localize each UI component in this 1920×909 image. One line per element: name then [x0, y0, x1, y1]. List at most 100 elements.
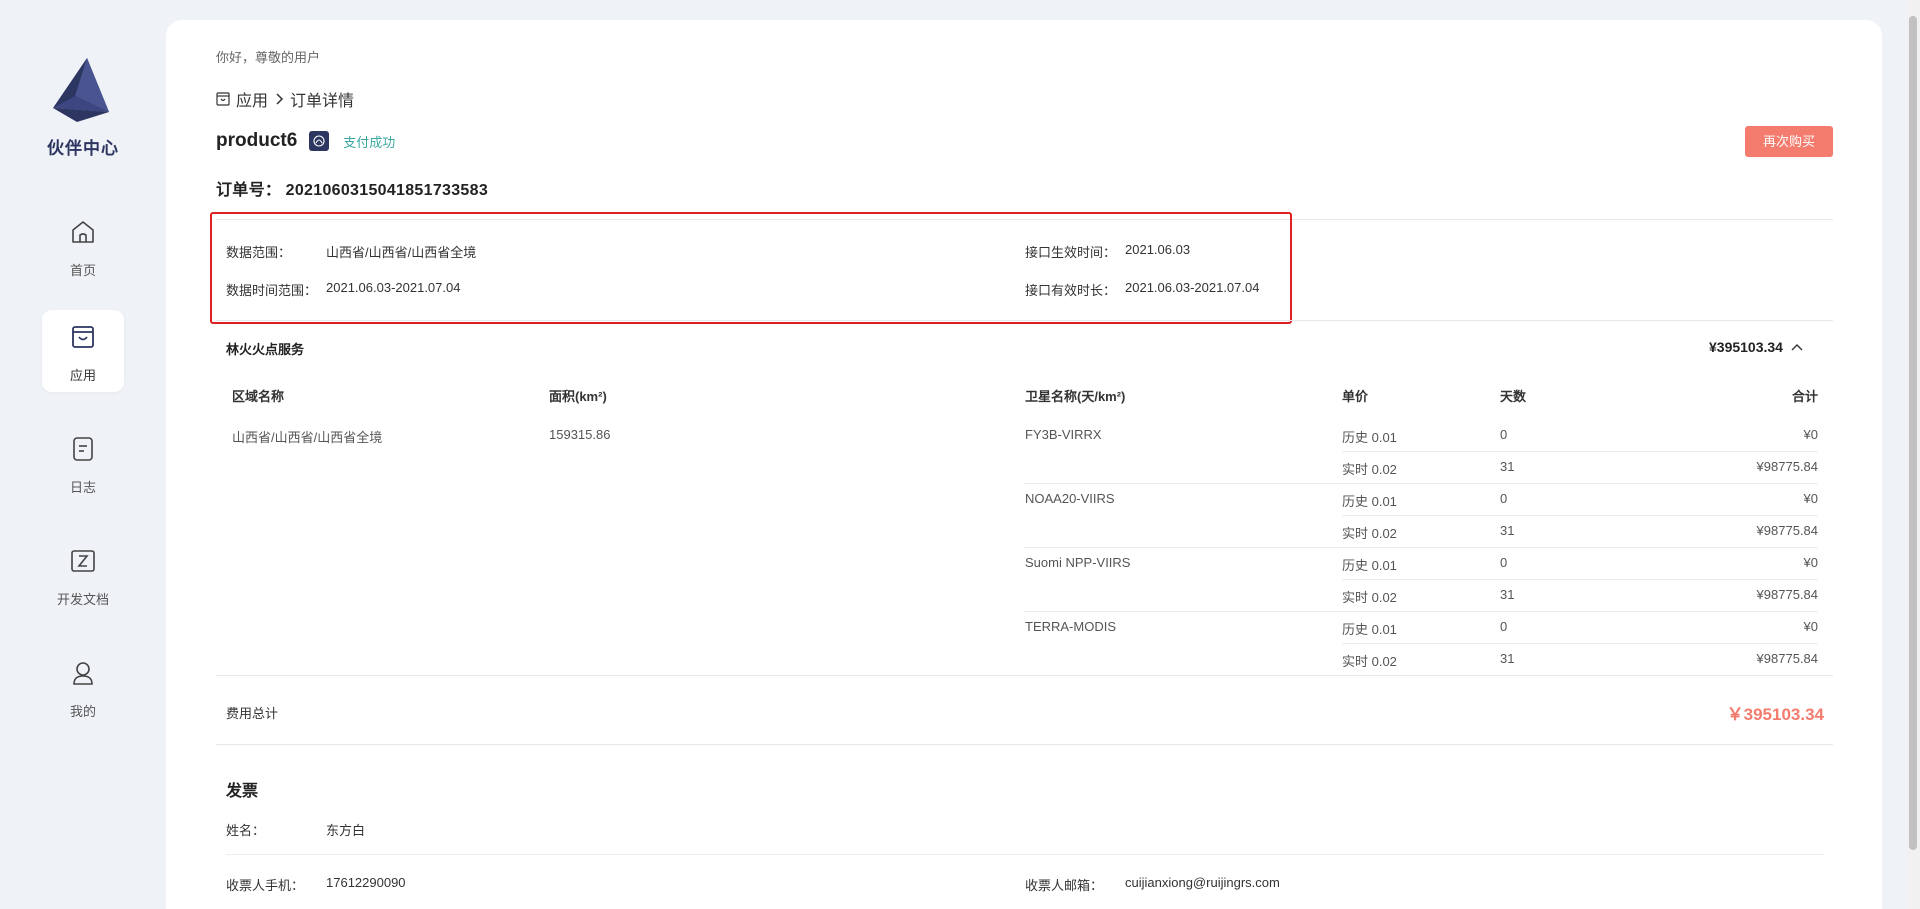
price-cell: 历史 0.01 — [1342, 622, 1397, 637]
satellite-name: FY3B-VIRRX — [1025, 427, 1102, 442]
row-divider — [1342, 579, 1818, 580]
highlight-box — [210, 212, 1292, 324]
invoice-name-label: 姓名： — [226, 823, 266, 838]
satellite-name: Suomi NPP-VIIRS — [1025, 555, 1131, 570]
api-duration-value: 2021.06.03-2021.07.04 — [1125, 280, 1260, 295]
invoice-email-value: cuijianxiong@ruijingrs.com — [1125, 875, 1280, 890]
sum-cell: ¥98775.84 — [1756, 523, 1818, 538]
chevron-up-icon[interactable] — [1791, 343, 1803, 351]
divider — [216, 744, 1833, 745]
satellite-name: TERRA-MODIS — [1025, 619, 1116, 634]
sum-cell: ¥0 — [1803, 555, 1818, 570]
divider — [216, 675, 1833, 676]
service-total-value: ¥395103.34 — [1709, 339, 1783, 355]
breadcrumb-current: 订单详情 — [290, 93, 355, 110]
order-number-value: 2021060315041851733583 — [285, 182, 489, 199]
days-cell: 31 — [1500, 523, 1515, 538]
bag-icon — [72, 326, 94, 348]
user-icon — [73, 662, 93, 685]
days-cell: 31 — [1500, 651, 1515, 666]
data-range-value: 山西省/山西省/山西省全境 — [326, 245, 477, 260]
data-range-label: 数据范围： — [226, 245, 292, 260]
invoice-title: 发票 — [226, 783, 259, 800]
data-time-value: 2021.06.03-2021.07.04 — [326, 280, 461, 295]
main-panel: 你好，尊敬的用户 应用 订单详情 product6 支付成功 再次购买 订单号：… — [166, 20, 1882, 909]
days-cell: 31 — [1500, 459, 1515, 474]
price-cell: 实时 0.02 — [1342, 462, 1397, 477]
satellite-name: NOAA20-VIIRS — [1025, 491, 1115, 506]
divider — [226, 854, 1824, 855]
days-cell: 0 — [1500, 427, 1508, 442]
sum-cell: ¥0 — [1803, 427, 1818, 442]
region-value: 山西省/山西省/山西省全境 — [232, 430, 383, 445]
sidebar-item-label: 日志 — [69, 480, 96, 495]
days-cell: 0 — [1500, 555, 1508, 570]
order-number-label: 订单号： — [216, 182, 282, 199]
price-cell: 历史 0.01 — [1342, 494, 1397, 509]
row-divider — [1342, 643, 1818, 644]
price-cell: 历史 0.01 — [1342, 558, 1397, 573]
sum-cell: ¥0 — [1803, 619, 1818, 634]
invoice-phone-label: 收票人手机： — [226, 878, 305, 893]
sum-cell: ¥98775.84 — [1756, 587, 1818, 602]
invoice-name-value: 东方白 — [326, 823, 366, 838]
sum-cell: ¥98775.84 — [1756, 651, 1818, 666]
sidebar-item-me[interactable]: 我的 — [42, 646, 124, 728]
th-region: 区域名称 — [232, 389, 285, 404]
sidebar-item-docs[interactable]: 开发文档 — [42, 534, 124, 616]
sum-cell: ¥0 — [1803, 491, 1818, 506]
th-satellite: 卫星名称(天/km²) — [1025, 389, 1126, 404]
row-divider — [1024, 483, 1818, 484]
rebuy-button[interactable]: 再次购买 — [1745, 126, 1833, 157]
api-start-value: 2021.06.03 — [1125, 242, 1191, 257]
th-days: 天数 — [1500, 389, 1527, 404]
service-total[interactable]: ¥395103.34 — [1709, 339, 1803, 355]
row-divider — [1342, 451, 1818, 452]
product-name: product6 — [216, 130, 298, 151]
row-divider — [1342, 515, 1818, 516]
status-badge: 支付成功 — [343, 134, 396, 150]
product-header: product6 支付成功 — [216, 130, 395, 152]
scrollbar-thumb[interactable] — [1909, 16, 1917, 850]
greeting: 你好，尊敬的用户 — [216, 50, 321, 65]
logo-icon — [53, 58, 109, 122]
product-icon — [309, 131, 330, 151]
th-price: 单价 — [1342, 389, 1369, 404]
invoice-phone-value: 17612290090 — [326, 875, 406, 890]
area-value: 159315.86 — [549, 427, 611, 442]
days-cell: 31 — [1500, 587, 1515, 602]
chevron-right-icon — [276, 93, 284, 105]
breadcrumb-root[interactable]: 应用 — [236, 87, 268, 111]
sidebar-item-log[interactable]: 日志 — [42, 422, 124, 504]
api-start-label: 接口生效时间： — [1025, 245, 1117, 260]
days-cell: 0 — [1500, 491, 1508, 506]
data-time-label: 数据时间范围： — [226, 283, 318, 298]
sidebar-item-label: 我的 — [69, 704, 96, 719]
home-icon — [72, 221, 94, 243]
log-icon — [73, 437, 93, 461]
price-cell: 实时 0.02 — [1342, 526, 1397, 541]
th-sum: 合计 — [1791, 389, 1818, 404]
service-title: 林火火点服务 — [226, 342, 305, 357]
brand-name: 伙伴中心 — [47, 139, 119, 158]
api-duration-label: 接口有效时长： — [1025, 283, 1117, 298]
row-divider — [1024, 611, 1818, 612]
sidebar-item-label: 首页 — [69, 263, 96, 278]
row-divider — [1024, 547, 1818, 548]
th-area: 面积(km²) — [549, 389, 607, 404]
price-cell: 历史 0.01 — [1342, 430, 1397, 445]
sidebar: 伙伴中心 首页 应用 日志 开发文档 我的 — [0, 0, 166, 909]
scrollbar[interactable] — [1906, 0, 1920, 909]
price-cell: 实时 0.02 — [1342, 654, 1397, 669]
sidebar-item-label: 应用 — [69, 368, 96, 383]
sidebar-item-apps[interactable]: 应用 — [42, 310, 124, 392]
fee-total-value: ￥395103.34 — [1726, 705, 1824, 724]
sidebar-item-label: 开发文档 — [56, 592, 109, 607]
breadcrumb: 应用 订单详情 — [216, 87, 354, 111]
invoice-email-label: 收票人邮箱： — [1025, 878, 1104, 893]
fee-total-label: 费用总计 — [226, 706, 279, 721]
order-number: 订单号： 2021060315041851733583 — [216, 176, 488, 200]
divider — [216, 320, 1833, 321]
sidebar-item-home[interactable]: 首页 — [42, 205, 124, 287]
doc-icon — [71, 550, 95, 572]
